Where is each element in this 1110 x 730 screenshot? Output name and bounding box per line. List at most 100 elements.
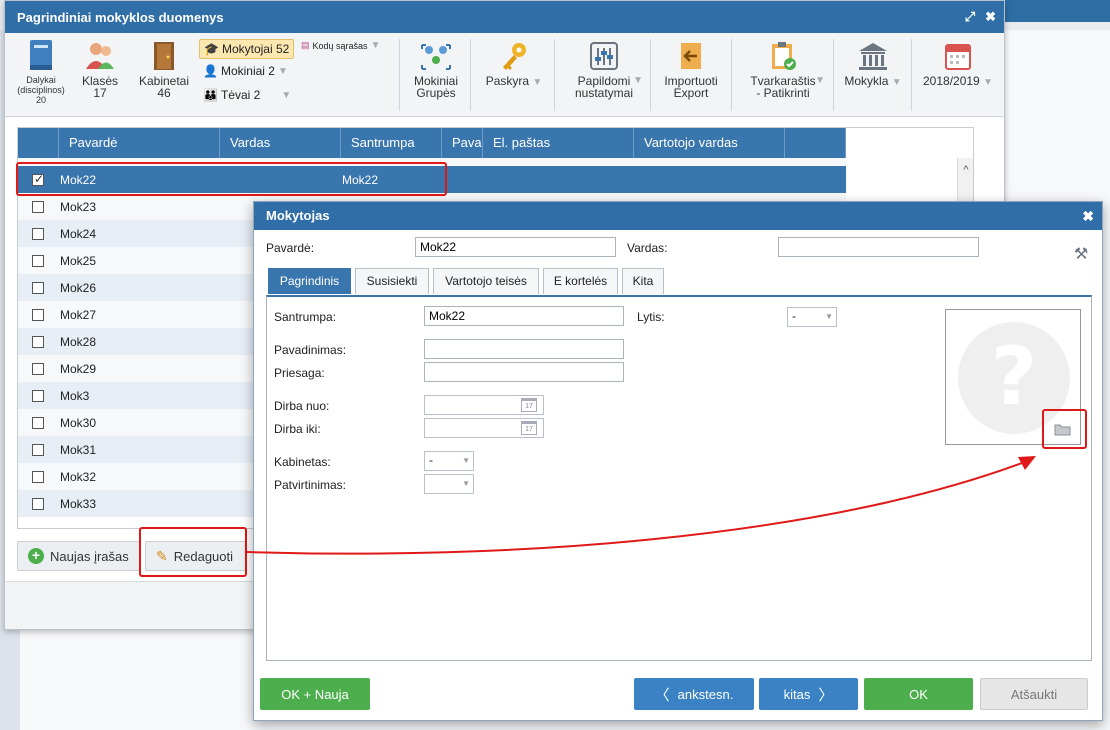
chevron-down-icon: ▼ [532, 77, 543, 88]
tools-icon[interactable]: ⚒ [1074, 244, 1088, 264]
col-vardas[interactable]: Vardas [220, 128, 341, 158]
santrumpa-input[interactable] [424, 306, 624, 326]
window-title: Pagrindiniai mokyklos duomenys [17, 9, 224, 25]
kabinetas-select[interactable]: - ▼ [424, 451, 474, 471]
row-checkbox[interactable] [32, 416, 44, 429]
dalykai-count: 20 [35, 95, 46, 105]
cell-pavarde: Mok32 [60, 469, 97, 484]
stack-icon: ▤ [301, 40, 310, 50]
people-icon [84, 41, 116, 71]
chevron-down-icon: ▼ [277, 65, 288, 77]
new-record-button[interactable]: + Naujas įrašas [17, 541, 141, 571]
row-checkbox[interactable] [32, 200, 44, 213]
ribbon-school-year[interactable]: 2018/2019 ▼ [919, 41, 997, 89]
row-checkbox[interactable] [32, 335, 44, 348]
ribbon-kodu-sarasas[interactable]: ▤ Kodų sąrašas ▼ [301, 40, 380, 51]
row-checkbox[interactable] [32, 443, 44, 456]
col-santrumpa[interactable]: Santrumpa [341, 128, 442, 158]
row-checkbox[interactable] [32, 254, 44, 267]
tab-e-korteles[interactable]: E kortelės [543, 268, 618, 294]
lytis-select[interactable]: - ▼ [787, 307, 837, 327]
calendar-icon [944, 41, 972, 71]
ribbon-mokykla[interactable]: Mokykla ▼ [841, 41, 905, 89]
ribbon-klases[interactable]: Klasės 17 [77, 41, 123, 99]
ribbon-kabinetai[interactable]: Kabinetai 46 [135, 41, 193, 99]
tab-pagrindinis[interactable]: Pagrindinis [268, 268, 351, 294]
ok-new-button[interactable]: OK + Nauja [260, 678, 370, 710]
calendar-icon[interactable]: 17 [521, 421, 537, 435]
tab-vartotojo-teises[interactable]: Vartotojo teisės [433, 268, 539, 294]
tvarkarastis-row: Tvarkaraštis - Patikrinti ▼ [741, 75, 825, 99]
col-el-pastas[interactable]: El. paštas [483, 128, 634, 158]
ribbon-separator [911, 39, 912, 111]
ribbon-mokytojai[interactable]: 🎓 Mokytojai 52 [199, 39, 295, 59]
close-icon[interactable]: ✖ [985, 9, 996, 25]
calendar-icon[interactable]: 17 [521, 398, 537, 412]
ok-new-label: OK + Nauja [281, 686, 349, 702]
patvirtinimas-select[interactable]: ▼ [424, 474, 474, 494]
row-checkbox[interactable] [32, 362, 44, 375]
teacher-dialog: Mokytojas ✖ Pavardė: Vardas: ⚒ Pagrindin… [253, 201, 1103, 721]
close-icon[interactable]: ✖ [1082, 202, 1094, 230]
kodu-sarasas-label: Kodų sąrašas [312, 40, 368, 51]
mokykla-label: Mokykla [844, 74, 889, 88]
ribbon-mokiniai[interactable]: 👤 Mokiniai 2 ▼ [203, 64, 288, 78]
ribbon-mokiniai-grupes[interactable]: Mokiniai Grupės [409, 41, 463, 99]
pavadinimas-label: Pavadinimas: [274, 343, 347, 357]
dirba-iki-date[interactable]: 17 [424, 418, 544, 438]
chevron-down-icon: ▼ [633, 75, 643, 86]
import-icon [677, 41, 705, 71]
kabinetas-label: Kabinetas: [274, 455, 331, 469]
row-checkbox[interactable] [32, 389, 44, 402]
paskyra-label: Paskyra [485, 74, 530, 88]
ribbon-separator [554, 39, 555, 111]
lytis-label: Lytis: [637, 310, 665, 324]
sliders-icon [589, 41, 619, 71]
chevron-down-icon: ▼ [462, 479, 470, 488]
priesaga-input[interactable] [424, 362, 624, 382]
cell-pavarde: Mok26 [60, 280, 97, 295]
ribbon-paskyra[interactable]: Paskyra ▼ [481, 41, 547, 89]
tab-kita[interactable]: Kita [622, 268, 664, 294]
ribbon-separator [731, 39, 732, 111]
svg-text:?: ? [991, 330, 1037, 423]
cell-pavarde: Mok27 [60, 307, 97, 322]
next-button[interactable]: kitas 〉 [759, 678, 858, 710]
mokytojai-label: Mokytojai 52 [221, 42, 290, 56]
col-pavarde[interactable]: Pavardė [59, 128, 220, 158]
row-checkbox[interactable] [32, 308, 44, 321]
cancel-button[interactable]: Atšaukti [980, 678, 1088, 710]
dirba-nuo-date[interactable]: 17 [424, 395, 544, 415]
col-pavadinimas[interactable]: Pavad [442, 128, 483, 158]
cell-pavarde: Mok24 [60, 226, 97, 241]
cell-pavarde: Mok3 [60, 388, 90, 403]
vardas-input[interactable] [778, 237, 979, 257]
annotation-folder-icon [1042, 409, 1087, 449]
row-checkbox[interactable] [32, 470, 44, 483]
tevai-label: Tėvai 2 [220, 88, 261, 102]
ribbon-tvarkarastis[interactable]: Tvarkaraštis - Patikrinti ▼ [741, 41, 825, 99]
ribbon-papildomi-nustatymai[interactable]: Papildomi nustatymai ▼ [565, 41, 643, 99]
row-checkbox[interactable] [32, 227, 44, 240]
header-checkbox-col [18, 128, 59, 158]
row-checkbox[interactable] [32, 281, 44, 294]
import-export-label: Importuoti Export [664, 74, 718, 100]
priesaga-label: Priesaga: [274, 366, 325, 380]
scroll-up-icon[interactable]: ^ [958, 164, 973, 176]
school-year-row: 2018/2019 ▼ [919, 75, 997, 89]
klases-count: 17 [93, 86, 107, 100]
santrumpa-label: Santrumpa: [274, 310, 337, 324]
maximize-icon[interactable]: ⤢ [965, 9, 975, 25]
pavarde-input[interactable] [415, 237, 616, 257]
key-icon [499, 41, 529, 71]
ribbon-tevai[interactable]: 👪 Tėvai 2 ▼ [203, 88, 291, 102]
tab-susisiekti[interactable]: Susisiekti [355, 268, 429, 294]
ok-button[interactable]: OK [864, 678, 973, 710]
row-checkbox[interactable] [32, 497, 44, 510]
previous-button[interactable]: 〈 ankstesn. [634, 678, 754, 710]
tvarkarastis-label: Tvarkaraštis - Patikrinti [750, 74, 816, 100]
ribbon-import-export[interactable]: Importuoti Export [659, 41, 723, 99]
col-vartotojo-vardas[interactable]: Vartotojo vardas [634, 128, 785, 158]
pavadinimas-input[interactable] [424, 339, 624, 359]
ribbon-dalykai[interactable]: Dalykai (disciplinos) 20 [11, 39, 71, 105]
